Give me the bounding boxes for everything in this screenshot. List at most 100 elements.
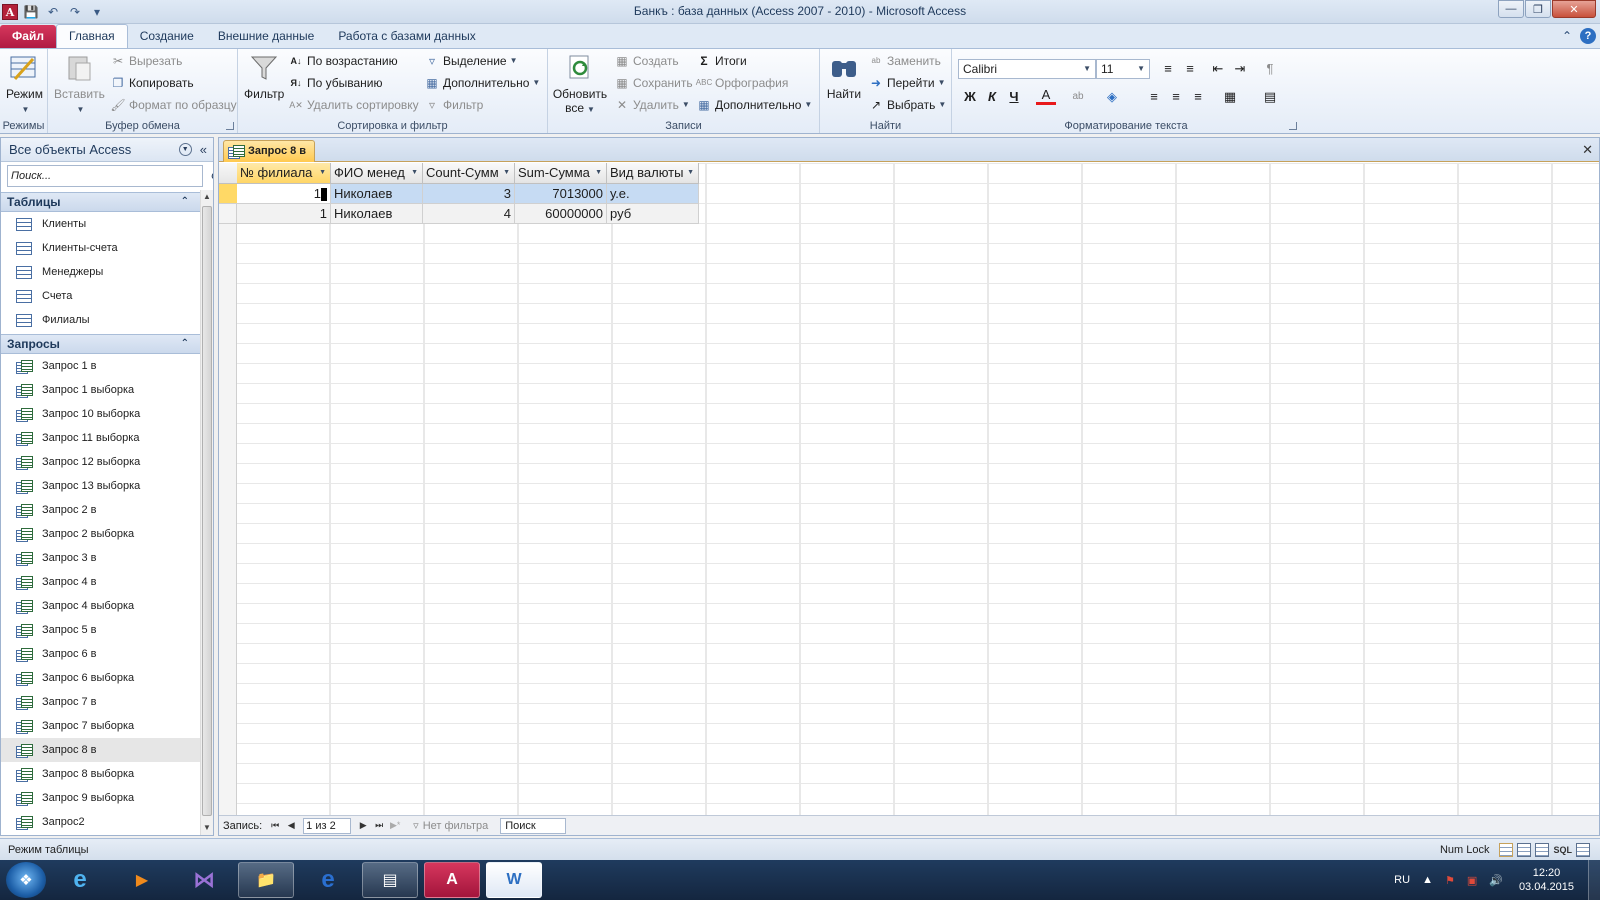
- nav-query-item[interactable]: Запрос 9 выборка: [1, 786, 201, 810]
- decrease-indent-icon[interactable]: ⇤: [1208, 59, 1228, 79]
- cut-button[interactable]: ✂ Вырезать: [110, 51, 182, 71]
- minimize-button[interactable]: —: [1498, 0, 1524, 18]
- font-size-select[interactable]: 11 ▼: [1096, 59, 1150, 79]
- nav-header[interactable]: Все объекты Access ▼ «: [1, 138, 213, 162]
- pivottable-view-icon[interactable]: [1517, 842, 1532, 857]
- nav-search-input[interactable]: Поиск... ⚲: [7, 165, 213, 187]
- taskbar-media-player-icon[interactable]: ▶: [114, 862, 170, 898]
- totals-button[interactable]: Σ Итоги: [696, 51, 746, 71]
- font-color-icon[interactable]: A: [1036, 87, 1056, 105]
- copy-button[interactable]: ❐ Копировать: [110, 73, 194, 93]
- nav-query-item[interactable]: Запрос 7 выборка: [1, 714, 201, 738]
- datasheet-view-icon[interactable]: [1499, 842, 1514, 857]
- select-all-corner[interactable]: [219, 163, 237, 184]
- font-name-select[interactable]: Calibri ▼: [958, 59, 1096, 79]
- find-button[interactable]: Найти: [824, 52, 864, 101]
- nav-query-item[interactable]: Запрос 7 в: [1, 690, 201, 714]
- nav-section-header[interactable]: Запросы ⌃: [1, 334, 201, 354]
- table-cell[interactable]: 4: [423, 204, 515, 224]
- paragraph-direction-icon[interactable]: ¶: [1260, 59, 1280, 79]
- filter-button[interactable]: Фильтр: [244, 52, 284, 101]
- align-right-icon[interactable]: ≡: [1188, 87, 1208, 107]
- nav-query-item[interactable]: Запрос 13 выборка: [1, 474, 201, 498]
- table-cell[interactable]: 1: [237, 204, 331, 224]
- table-cell[interactable]: 7013000: [515, 184, 607, 204]
- format-painter-button[interactable]: 🖌 Формат по образцу: [110, 95, 236, 115]
- tab-file[interactable]: Файл: [0, 25, 56, 48]
- nav-query-item[interactable]: Запрос 1 выборка: [1, 378, 201, 402]
- table-cell[interactable]: у.е.: [607, 184, 699, 204]
- column-header[interactable]: Count-Сумм ▼: [423, 163, 515, 184]
- filter-status[interactable]: ▿ Нет фильтра: [413, 819, 488, 833]
- column-filter-icon[interactable]: ▼: [411, 163, 418, 183]
- column-header[interactable]: Вид валюты ▼: [607, 163, 699, 184]
- clipboard-dialog-launcher-icon[interactable]: [226, 122, 234, 130]
- nav-query-item[interactable]: Запрос 10 выборка: [1, 402, 201, 426]
- column-filter-icon[interactable]: ▼: [687, 163, 694, 183]
- align-left-icon[interactable]: ≡: [1144, 87, 1164, 107]
- prev-record-icon[interactable]: ◀: [284, 820, 298, 831]
- nav-query-item[interactable]: Запрос 8 выборка: [1, 762, 201, 786]
- sort-descending-button[interactable]: Я↓ По убыванию: [288, 73, 383, 93]
- current-record-input[interactable]: 1 из 2: [303, 817, 352, 834]
- column-filter-icon[interactable]: ▼: [503, 163, 510, 183]
- nav-query-item[interactable]: Запрос 2 в: [1, 498, 201, 522]
- nav-query-item[interactable]: Запрос 5 в: [1, 618, 201, 642]
- nav-table-item[interactable]: Клиенты: [1, 212, 201, 236]
- scroll-up-icon[interactable]: ▲: [201, 190, 213, 204]
- action-center-icon[interactable]: ⚑: [1445, 874, 1455, 887]
- nav-query-item[interactable]: Запрос 2 выборка: [1, 522, 201, 546]
- records-more-button[interactable]: ▦ Дополнительно ▼: [696, 95, 812, 115]
- nav-query-item[interactable]: Запрос 4 выборка: [1, 594, 201, 618]
- table-cell[interactable]: руб: [607, 204, 699, 224]
- close-button[interactable]: ✕: [1552, 0, 1596, 18]
- customize-qat-icon[interactable]: ▾: [88, 3, 106, 21]
- new-record-nav-icon[interactable]: ▶*: [388, 820, 402, 831]
- language-indicator[interactable]: RU: [1394, 874, 1410, 886]
- gridlines-icon[interactable]: ▦: [1220, 87, 1240, 107]
- sql-view-icon[interactable]: SQL: [1553, 845, 1572, 855]
- selection-button[interactable]: ▿ Выделение ▼: [424, 51, 518, 71]
- new-record-button[interactable]: ▦ Создать: [614, 51, 678, 71]
- column-filter-icon[interactable]: ▼: [595, 163, 602, 183]
- table-cell[interactable]: 3: [423, 184, 515, 204]
- nav-query-item[interactable]: Запрос 1 в: [1, 354, 201, 378]
- taskbar-document-icon[interactable]: ▤: [362, 862, 418, 898]
- scroll-thumb[interactable]: [202, 206, 212, 816]
- search-icon[interactable]: ⚲: [210, 168, 213, 188]
- tab-home[interactable]: Главная: [56, 24, 128, 48]
- column-header[interactable]: Sum-Сумма ▼: [515, 163, 607, 184]
- nav-query-item[interactable]: Запрос 6 в: [1, 642, 201, 666]
- nav-query-item[interactable]: Запрос 11 выборка: [1, 426, 201, 450]
- view-mode-button[interactable]: Режим ▼: [6, 52, 43, 115]
- table-cell[interactable]: Николаев: [331, 184, 423, 204]
- save-icon[interactable]: 💾: [22, 3, 40, 21]
- nav-table-item[interactable]: Клиенты-счета: [1, 236, 201, 260]
- numbered-list-icon[interactable]: ≡: [1180, 59, 1200, 79]
- first-record-icon[interactable]: ⏮: [268, 820, 282, 831]
- tab-database-tools[interactable]: Работа с базами данных: [326, 25, 487, 48]
- underline-button[interactable]: Ч: [1004, 87, 1024, 107]
- table-cell[interactable]: 1: [237, 184, 331, 204]
- shutter-bar-collapse-icon[interactable]: «: [200, 142, 207, 157]
- refresh-all-button[interactable]: Обновить все ▼: [552, 52, 608, 115]
- taskbar-explorer-icon[interactable]: 📁: [238, 862, 294, 898]
- last-record-icon[interactable]: ⏭: [372, 820, 386, 831]
- clock[interactable]: 12:20 03.04.2015: [1519, 866, 1574, 894]
- goto-button[interactable]: ➜ Перейти ▼: [868, 73, 946, 93]
- highlight-icon[interactable]: ab: [1068, 87, 1088, 107]
- nav-query-item[interactable]: Запрос2: [1, 810, 201, 834]
- column-header[interactable]: № филиала ▼: [237, 163, 331, 184]
- delete-record-button[interactable]: ✕ Удалить ▼: [614, 95, 690, 115]
- nav-query-item[interactable]: Запрос 6 выборка: [1, 666, 201, 690]
- collapse-section-icon[interactable]: ⌃: [181, 335, 189, 353]
- fill-color-icon[interactable]: ◈: [1102, 87, 1122, 107]
- tab-external-data[interactable]: Внешние данные: [206, 25, 327, 48]
- tab-create[interactable]: Создание: [128, 25, 206, 48]
- bold-button[interactable]: Ж: [960, 87, 980, 107]
- text-format-dialog-launcher-icon[interactable]: [1289, 122, 1297, 130]
- alternate-row-color-icon[interactable]: ▤: [1260, 87, 1280, 107]
- nav-query-item[interactable]: Запрос 4 в: [1, 570, 201, 594]
- taskbar-access-icon[interactable]: A: [424, 862, 480, 898]
- nav-menu-icon[interactable]: ▼: [178, 143, 192, 156]
